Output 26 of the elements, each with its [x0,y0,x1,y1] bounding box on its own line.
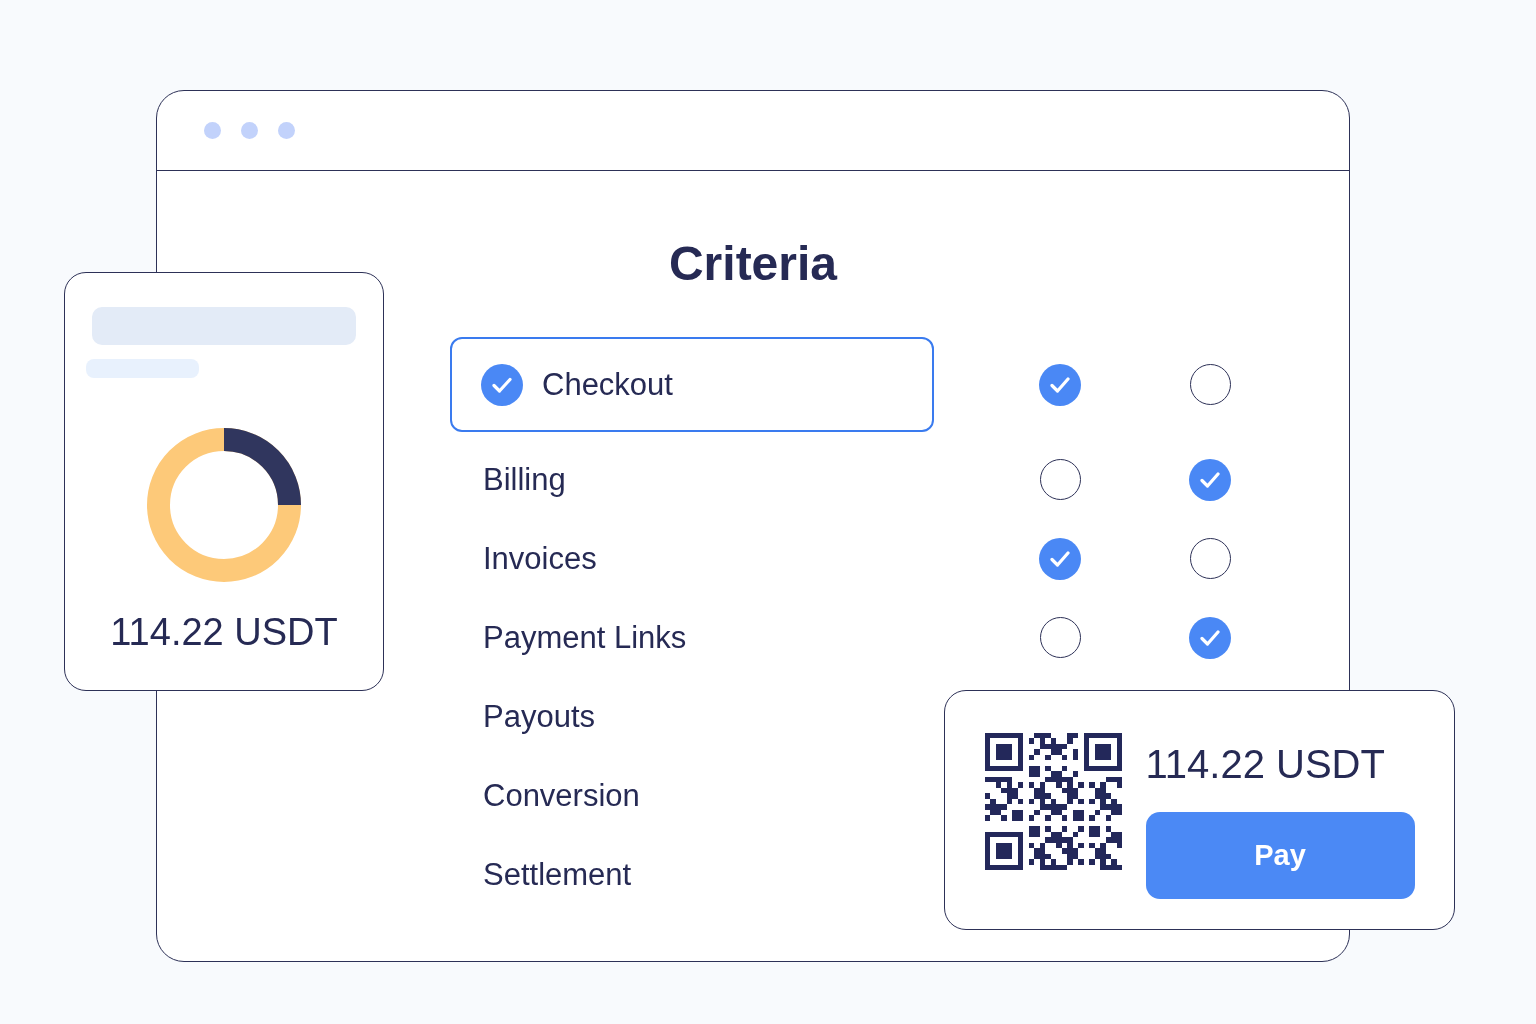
checkbox[interactable] [1189,458,1231,501]
criteria-item[interactable]: Invoices [483,539,597,578]
window-dot [241,122,258,139]
checkbox[interactable] [1189,537,1231,579]
checkbox[interactable] [1039,363,1081,406]
check-icon [1050,376,1070,393]
section-title: Criteria [668,236,838,292]
criteria-item[interactable]: Checkout [450,337,934,432]
window-dot [204,122,221,139]
criteria-item[interactable]: Payment Links [483,618,687,657]
criteria-item[interactable]: Payouts [483,697,595,736]
payment-amount: 114.22 USDT [1145,740,1385,788]
checkbox[interactable] [1189,616,1231,659]
balance-amount: 114.22 USDT [110,610,338,655]
checkbox[interactable] [1039,458,1081,500]
check-icon [1200,471,1220,488]
check-circle-icon [481,363,523,406]
checkbox[interactable] [1189,363,1231,405]
checkbox[interactable] [1039,616,1081,658]
checkbox[interactable] [1039,537,1081,580]
check-icon [1200,629,1220,646]
criteria-item[interactable]: Billing [483,460,566,499]
window-dot [278,122,295,139]
criteria-item[interactable]: Conversion [483,776,640,815]
criteria-item[interactable]: Settlement [483,855,632,894]
check-icon [1050,550,1070,567]
